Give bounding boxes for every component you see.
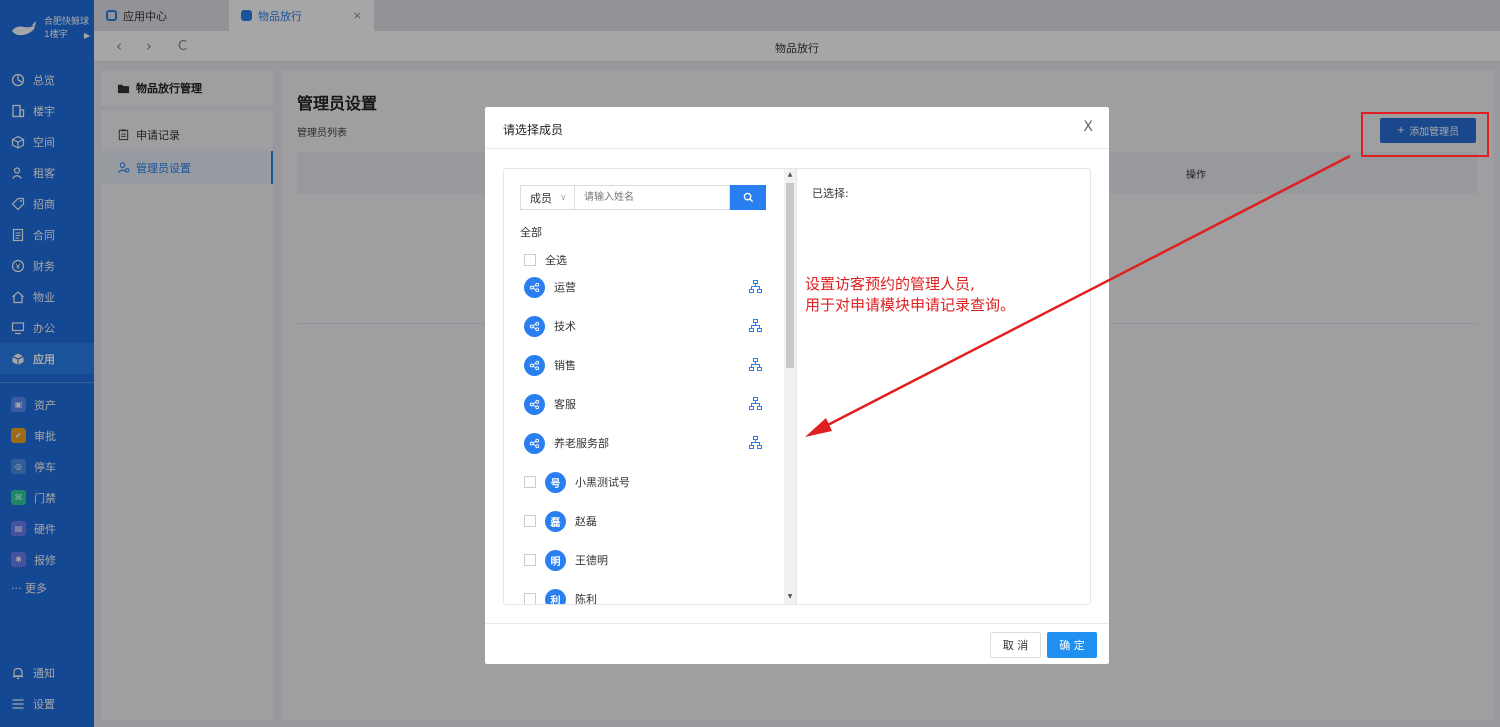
member-name: 赵磊: [575, 515, 597, 528]
member-picker: 成员 ∨ 全部 全选 运营技术销售客服养老服务部 号小黑测试号磊赵磊明王德明利陈…: [504, 169, 797, 604]
department-name: 销售: [554, 359, 576, 372]
department-name: 客服: [554, 398, 576, 411]
annotation-note: 设置访客预约的管理人员, 用于对申请模块申请记录查询。: [805, 274, 1015, 316]
name-search-input[interactable]: [574, 185, 730, 210]
department-item[interactable]: 销售: [524, 354, 764, 376]
select-all-checkbox[interactable]: 全选: [524, 252, 567, 268]
org-chart-icon[interactable]: [749, 319, 762, 332]
checkbox[interactable]: [524, 254, 536, 266]
confirm-button[interactable]: 确 定: [1047, 632, 1097, 658]
select-member-dialog: 请选择成员 X 成员 ∨ 全部 全选 运营技术销售客服养老服务部 号小黑测试号磊…: [485, 107, 1109, 664]
scroll-up-icon[interactable]: ▲: [786, 171, 794, 178]
org-chart-icon[interactable]: [749, 397, 762, 410]
search-type-value: 成员: [530, 191, 552, 205]
list-scrollbar[interactable]: ▲ ▼: [784, 169, 796, 604]
department-item[interactable]: 技术: [524, 315, 764, 337]
org-chart-icon[interactable]: [749, 436, 762, 449]
breadcrumb-all[interactable]: 全部: [520, 224, 542, 240]
department-icon: [524, 432, 545, 454]
checkbox[interactable]: [524, 554, 536, 566]
chevron-down-icon: ∨: [560, 192, 567, 203]
search-type-select[interactable]: 成员 ∨: [520, 185, 574, 210]
checkbox[interactable]: [524, 593, 536, 604]
member-item[interactable]: 利陈利: [524, 588, 764, 604]
close-icon[interactable]: X: [1083, 119, 1093, 135]
member-item[interactable]: 磊赵磊: [524, 510, 764, 532]
avatar: 号: [545, 471, 566, 493]
member-name: 陈利: [575, 593, 597, 604]
member-name: 小黑测试号: [575, 476, 630, 489]
select-all-label: 全选: [545, 254, 567, 267]
search-icon: [743, 192, 753, 203]
scroll-down-icon[interactable]: ▼: [786, 593, 794, 600]
org-chart-icon[interactable]: [749, 280, 762, 293]
department-item[interactable]: 客服: [524, 393, 764, 415]
dialog-title: 请选择成员: [503, 123, 564, 137]
checkbox[interactable]: [524, 515, 536, 527]
department-icon: [524, 393, 545, 415]
search-button[interactable]: [730, 185, 766, 210]
department-name: 运营: [554, 281, 576, 294]
cancel-button[interactable]: 取 消: [990, 632, 1041, 658]
annotation-line: 用于对申请模块申请记录查询。: [805, 296, 1016, 314]
member-name: 王德明: [575, 554, 608, 567]
department-item[interactable]: 养老服务部: [524, 432, 764, 454]
dialog-divider: [485, 148, 1109, 149]
annotation-highlight-box: [1361, 112, 1489, 157]
department-name: 养老服务部: [554, 437, 609, 450]
avatar: 利: [545, 588, 566, 604]
department-name: 技术: [554, 320, 576, 333]
member-item[interactable]: 明王德明: [524, 549, 764, 571]
selected-label: 已选择:: [812, 187, 849, 200]
member-item[interactable]: 号小黑测试号: [524, 471, 764, 493]
annotation-line: 设置访客预约的管理人员,: [805, 275, 975, 293]
checkbox[interactable]: [524, 476, 536, 488]
org-chart-icon[interactable]: [749, 358, 762, 371]
scrollbar-thumb[interactable]: [786, 183, 794, 368]
avatar: 明: [545, 549, 566, 571]
department-icon: [524, 354, 545, 376]
department-icon: [524, 315, 545, 337]
dialog-body: 成员 ∨ 全部 全选 运营技术销售客服养老服务部 号小黑测试号磊赵磊明王德明利陈…: [503, 168, 1091, 605]
department-icon: [524, 276, 545, 298]
search-bar: 成员 ∨: [520, 185, 766, 210]
department-item[interactable]: 运营: [524, 276, 764, 298]
dialog-footer-divider: [485, 623, 1109, 624]
avatar: 磊: [545, 510, 566, 532]
